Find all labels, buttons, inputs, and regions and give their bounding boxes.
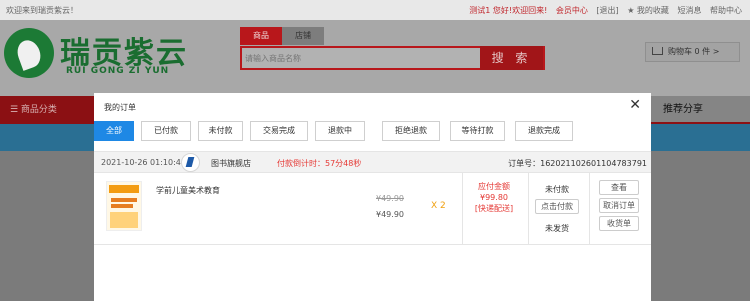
search-tab-goods[interactable]: 商品 — [240, 27, 282, 45]
search-tab-shop[interactable]: 店铺 — [282, 27, 324, 45]
tab-refund-rejected[interactable]: 拒绝退款 — [382, 121, 440, 141]
shop-name[interactable]: 图书旗舰店 — [211, 158, 251, 169]
logo-english-text: RUI GONG ZI YUN — [66, 66, 170, 76]
cart-button[interactable]: 购物车 0 件 > — [645, 42, 740, 62]
order-header: 2021-10-26 01:10:47 图书旗舰店 付款倒计时：57分48秒 订… — [94, 151, 651, 173]
tab-paid[interactable]: 已付款 — [141, 121, 191, 141]
tab-refunding[interactable]: 退款中 — [315, 121, 365, 141]
category-menu-button[interactable]: ☰ 商品分类 — [0, 96, 94, 124]
messages-link[interactable]: 短消息 — [677, 6, 701, 15]
site-logo[interactable]: 瑞贡紫云 RUI GONG ZI YUN — [4, 26, 204, 86]
close-icon[interactable]: ✕ — [629, 97, 641, 113]
tab-all[interactable]: 全部 — [94, 121, 134, 141]
tab-completed[interactable]: 交易完成 — [250, 121, 308, 141]
column-divider — [589, 173, 590, 245]
quantity: X 2 — [431, 201, 446, 211]
actions-column: 查看 取消订单 收货单 — [599, 180, 639, 234]
view-order-button[interactable]: 查看 — [599, 180, 639, 195]
site-header: 瑞贡紫云 RUI GONG ZI YUN 商品店铺 搜 索 购物车 0 件 > — [0, 20, 750, 96]
modal-title: 我的订单 — [104, 103, 136, 112]
nav-item-recommend-share[interactable]: 推荐分享 — [663, 96, 703, 124]
original-price: ¥49.90 — [376, 194, 404, 203]
pay-now-button[interactable]: 点击付款 — [535, 199, 579, 214]
cancel-order-button[interactable]: 取消订单 — [599, 198, 639, 213]
logout-link[interactable]: [退出] — [596, 6, 618, 15]
shop-logo-icon — [181, 153, 200, 172]
payable-column: 应付金额 ¥99.80 [快递配送] — [464, 181, 524, 214]
search-type-tabs: 商品 店铺 — [240, 27, 324, 45]
logo-emblem-icon — [4, 28, 54, 78]
product-name[interactable]: 学前儿童美术教育 — [156, 185, 220, 196]
shipping-status: 未发货 — [545, 224, 569, 233]
search-input[interactable] — [242, 48, 482, 68]
payment-status: 未付款 — [545, 185, 569, 194]
tab-refund-complete[interactable]: 退款完成 — [515, 121, 573, 141]
favorites-link[interactable]: ★ 我的收藏 — [627, 6, 669, 15]
order-row: 学前儿童美术教育 ¥49.90 ¥49.90 X 2 应付金额 ¥99.80 [… — [94, 173, 651, 245]
member-center-link[interactable]: 会员中心 — [556, 6, 588, 15]
column-divider — [462, 173, 463, 245]
product-image[interactable] — [106, 181, 142, 231]
column-divider — [528, 173, 529, 245]
receipt-button[interactable]: 收货单 — [599, 216, 639, 231]
payment-countdown: 付款倒计时：57分48秒 — [277, 159, 362, 168]
status-column: 未付款 点击付款 未发货 — [530, 184, 584, 234]
unit-price: ¥49.90 — [376, 210, 404, 219]
order-date: 2021-10-26 01:10:47 — [101, 158, 186, 167]
cart-label: 购物车 0 件 > — [668, 47, 720, 56]
cart-icon — [652, 47, 663, 55]
top-bar: 欢迎来到瑞贡紫云！ 测试1 您好!欢迎回来! 会员中心 [退出] ★ 我的收藏 … — [0, 0, 750, 20]
search-button[interactable]: 搜 索 — [480, 46, 543, 70]
my-orders-modal: 我的订单 ✕ 全部 已付款 未付款 交易完成 退款中 拒绝退款 等待打款 退款完… — [94, 93, 651, 301]
top-links: 测试1 您好!欢迎回来! 会员中心 [退出] ★ 我的收藏 短消息 帮助中心 — [463, 5, 742, 16]
order-number: 订单号：16202110260110478379​1 — [508, 159, 647, 168]
delivery-method: [快递配送] — [474, 204, 514, 213]
search-box: 搜 索 — [240, 46, 545, 70]
tab-awaiting-payout[interactable]: 等待打款 — [450, 121, 505, 141]
user-greeting: 测试1 您好!欢迎回来! — [469, 6, 548, 15]
payable-label: 应付金额 — [478, 182, 510, 191]
help-link[interactable]: 帮助中心 — [710, 6, 742, 15]
payable-amount: ¥99.80 — [480, 193, 508, 202]
welcome-text: 欢迎来到瑞贡紫云！ — [6, 6, 78, 15]
tab-unpaid[interactable]: 未付款 — [198, 121, 243, 141]
